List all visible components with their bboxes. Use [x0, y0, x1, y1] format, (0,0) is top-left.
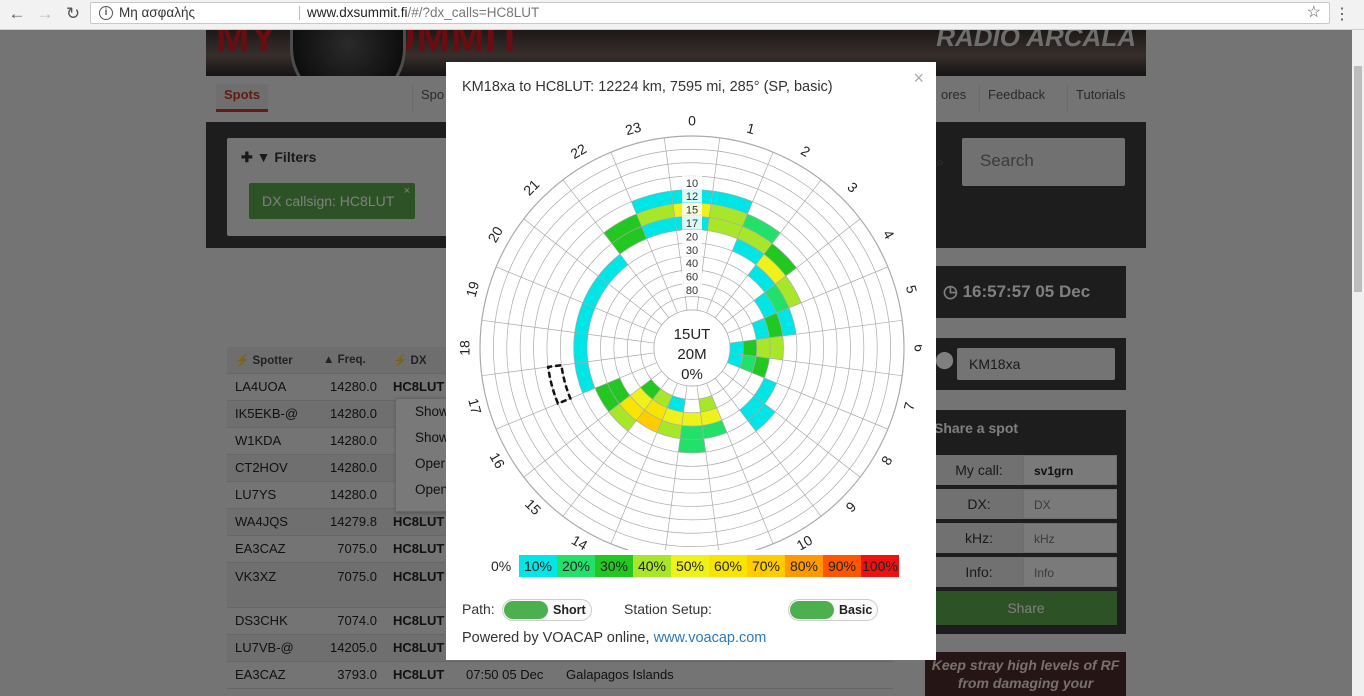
propagation-modal: KM18xa to HC8LUT: 12224 km, 7595 mi, 285…	[446, 62, 936, 660]
hour-label: 2	[798, 142, 813, 160]
legend-cell: 30%	[595, 555, 633, 577]
band-label: 12	[686, 191, 698, 203]
info-icon[interactable]: i	[99, 6, 113, 20]
legend-cell: 90%	[823, 555, 861, 577]
center-label: 0%	[681, 366, 703, 383]
close-icon[interactable]: ×	[913, 68, 924, 89]
path-label: Path:	[462, 601, 495, 617]
station-setup-label: Station Setup:	[624, 601, 712, 617]
hour-label: 17	[465, 397, 485, 416]
toggle-knob	[504, 601, 548, 619]
hour-label: 1	[745, 120, 757, 138]
propagation-cell	[680, 425, 704, 440]
hour-label: 10	[794, 532, 816, 550]
hour-label: 7	[900, 400, 918, 412]
band-label: 15	[686, 205, 698, 217]
band-label: 20	[686, 231, 698, 243]
hour-label: 14	[569, 532, 591, 550]
band-label: 30	[686, 245, 698, 257]
forward-icon[interactable]: →	[34, 3, 56, 25]
legend-cell: 10%	[519, 555, 557, 577]
propagation-cell	[769, 336, 784, 360]
hour-label: 4	[880, 227, 898, 242]
back-icon[interactable]: ←	[6, 3, 28, 25]
band-label: 40	[686, 258, 698, 270]
path-value: Short	[553, 603, 586, 617]
divider	[299, 6, 300, 20]
reload-icon[interactable]: ↻	[62, 3, 84, 25]
legend-cell: 60%	[709, 555, 747, 577]
legend: 0% 10% 20% 30% 40% 50% 60% 70% 80% 90% 100%	[491, 555, 899, 577]
legend-cell: 50%	[671, 555, 709, 577]
propagation-cell	[678, 438, 706, 453]
band-label: 80	[686, 285, 698, 297]
voacap-link[interactable]: www.voacap.com	[654, 630, 767, 646]
hour-label: 15	[522, 496, 544, 518]
propagation-cell	[756, 337, 771, 359]
legend-cell: 70%	[747, 555, 785, 577]
hour-label: 6	[911, 344, 922, 352]
legend-cell: 20%	[557, 555, 595, 577]
scrollbar-thumb[interactable]	[1354, 66, 1362, 292]
url-text: www.dxsummit.fi/#/?dx_calls=HC8LUT	[307, 5, 540, 20]
propagation-cell	[573, 332, 588, 364]
browser-menu-icon[interactable]: ⋮	[1334, 4, 1350, 24]
toggle-knob	[790, 601, 834, 619]
hour-label: 3	[844, 179, 861, 196]
propagation-cell	[681, 412, 703, 427]
bookmark-star-icon[interactable]: ☆	[1307, 3, 1321, 23]
hour-label: 16	[487, 450, 509, 472]
hour-label: 20	[484, 223, 506, 245]
hour-label: 8	[878, 453, 896, 468]
legend-cell: 100%	[861, 555, 899, 577]
powered-by: Powered by VOACAP online, www.voacap.com	[462, 630, 767, 646]
center-label: 15UT	[674, 326, 711, 343]
center-label: 20M	[677, 346, 706, 363]
station-setup-toggle[interactable]: Basic	[788, 599, 878, 621]
hour-label: 0	[688, 113, 696, 129]
propagation-polar-chart[interactable]: 0123456789101112131415161718192021222310…	[460, 100, 922, 550]
selected-hour-marker	[546, 363, 572, 406]
band-label: 10	[686, 178, 698, 190]
propagation-cell	[742, 339, 757, 357]
browser-toolbar: ← → ↻ i Μη ασφαλής www.dxsummit.fi/#/?dx…	[0, 0, 1364, 30]
scrollbar[interactable]	[1352, 30, 1364, 696]
security-label: Μη ασφαλής	[119, 5, 195, 20]
modal-title: KM18xa to HC8LUT: 12224 km, 7595 mi, 285…	[462, 79, 833, 95]
band-label: 17	[686, 218, 698, 230]
hour-label: 19	[463, 279, 483, 298]
hour-label: 9	[842, 498, 859, 515]
legend-cell: 80%	[785, 555, 823, 577]
legend-zero: 0%	[491, 558, 512, 574]
legend-cell: 40%	[633, 555, 671, 577]
hour-label: 18	[460, 340, 473, 356]
propagation-cell	[729, 341, 744, 355]
address-bar[interactable]: i Μη ασφαλής www.dxsummit.fi/#/?dx_calls…	[90, 2, 1330, 24]
hour-label: 5	[903, 283, 921, 295]
station-setup-value: Basic	[839, 603, 873, 617]
hour-label: 21	[520, 176, 542, 198]
band-label: 60	[686, 272, 698, 284]
path-toggle[interactable]: Short	[502, 599, 592, 621]
hour-label: 23	[624, 119, 643, 139]
hour-label: 22	[568, 140, 590, 162]
